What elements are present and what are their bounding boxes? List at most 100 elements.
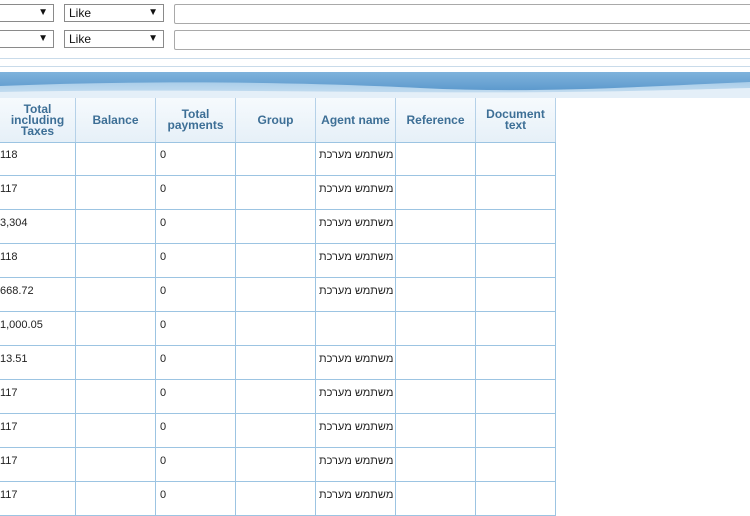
cell-total-payments: 0 bbox=[156, 210, 236, 244]
column-header-reference[interactable]: Reference bbox=[396, 98, 476, 142]
table-row[interactable]: 117 0 משתמש מערכת bbox=[0, 380, 556, 414]
filter-field-select[interactable]: ▼ bbox=[0, 30, 54, 48]
cell-total-payments: 0 bbox=[156, 380, 236, 414]
cell-balance bbox=[76, 414, 156, 448]
cell-total: 668.72 bbox=[0, 278, 76, 312]
cell-group bbox=[236, 448, 316, 482]
filter-value-input[interactable] bbox=[174, 4, 750, 24]
cell-reference bbox=[396, 482, 476, 516]
cell-balance bbox=[76, 380, 156, 414]
filter-value-input[interactable] bbox=[174, 30, 750, 50]
cell-total: 118 bbox=[0, 244, 76, 278]
divider bbox=[0, 66, 750, 67]
cell-reference bbox=[396, 176, 476, 210]
table-row[interactable]: 1,000.05 0 bbox=[0, 312, 556, 346]
cell-balance bbox=[76, 346, 156, 380]
cell-total-payments: 0 bbox=[156, 414, 236, 448]
cell-document-text bbox=[476, 210, 556, 244]
cell-document-text bbox=[476, 142, 556, 176]
filter-operator-value: Like bbox=[69, 32, 92, 46]
filter-operator-value: Like bbox=[69, 6, 92, 20]
cell-balance bbox=[76, 448, 156, 482]
column-header-document-text[interactable]: Document text bbox=[476, 98, 556, 142]
dropdown-caret-icon: ▼ bbox=[148, 33, 158, 44]
table-row[interactable]: 3,304 0 משתמש מערכת bbox=[0, 210, 556, 244]
cell-balance bbox=[76, 244, 156, 278]
cell-document-text bbox=[476, 346, 556, 380]
table-row[interactable]: 118 0 משתמש מערכת bbox=[0, 142, 556, 176]
cell-agent-name bbox=[316, 312, 396, 346]
cell-document-text bbox=[476, 244, 556, 278]
cell-group bbox=[236, 176, 316, 210]
cell-total: 118 bbox=[0, 142, 76, 176]
cell-agent-name: משתמש מערכת bbox=[316, 210, 396, 244]
cell-reference bbox=[396, 380, 476, 414]
cell-total: 13.51 bbox=[0, 346, 76, 380]
cell-balance bbox=[76, 312, 156, 346]
dropdown-caret-icon: ▼ bbox=[38, 33, 48, 44]
filter-row-1: ▼ Like ▼ bbox=[0, 4, 750, 24]
cell-group bbox=[236, 346, 316, 380]
column-header-group[interactable]: Group bbox=[236, 98, 316, 142]
cell-document-text bbox=[476, 278, 556, 312]
cell-balance bbox=[76, 482, 156, 516]
cell-reference bbox=[396, 142, 476, 176]
filter-row-2: ▼ Like ▼ bbox=[0, 30, 750, 50]
filter-operator-select[interactable]: Like ▼ bbox=[64, 30, 164, 48]
cell-reference bbox=[396, 278, 476, 312]
cell-group bbox=[236, 278, 316, 312]
cell-total: 117 bbox=[0, 448, 76, 482]
cell-group bbox=[236, 482, 316, 516]
table-row[interactable]: 117 0 משתמש מערכת bbox=[0, 448, 556, 482]
column-header-total-including-taxes[interactable]: Total including Taxes bbox=[0, 98, 76, 142]
cell-total: 117 bbox=[0, 414, 76, 448]
column-header-total-payments[interactable]: Total payments bbox=[156, 98, 236, 142]
cell-agent-name: משתמש מערכת bbox=[316, 448, 396, 482]
cell-agent-name: משתמש מערכת bbox=[316, 176, 396, 210]
divider bbox=[0, 58, 750, 59]
table-row[interactable]: 13.51 0 משתמש מערכת bbox=[0, 346, 556, 380]
cell-total-payments: 0 bbox=[156, 142, 236, 176]
cell-agent-name: משתמש מערכת bbox=[316, 414, 396, 448]
cell-total: 117 bbox=[0, 380, 76, 414]
cell-total: 1,000.05 bbox=[0, 312, 76, 346]
dropdown-caret-icon: ▼ bbox=[38, 7, 48, 18]
cell-document-text bbox=[476, 482, 556, 516]
cell-reference bbox=[396, 414, 476, 448]
cell-total-payments: 0 bbox=[156, 346, 236, 380]
column-header-balance[interactable]: Balance bbox=[76, 98, 156, 142]
cell-total: 117 bbox=[0, 176, 76, 210]
cell-agent-name: משתמש מערכת bbox=[316, 278, 396, 312]
cell-document-text bbox=[476, 414, 556, 448]
cell-agent-name: משתמש מערכת bbox=[316, 482, 396, 516]
cell-reference bbox=[396, 346, 476, 380]
cell-total-payments: 0 bbox=[156, 244, 236, 278]
table-row[interactable]: 117 0 משתמש מערכת bbox=[0, 482, 556, 516]
table-row[interactable]: 118 0 משתמש מערכת bbox=[0, 244, 556, 278]
cell-agent-name: משתמש מערכת bbox=[316, 380, 396, 414]
filter-operator-select[interactable]: Like ▼ bbox=[64, 4, 164, 22]
table-row[interactable]: 117 0 משתמש מערכת bbox=[0, 176, 556, 210]
cell-agent-name: משתמש מערכת bbox=[316, 346, 396, 380]
table-row[interactable]: 117 0 משתמש מערכת bbox=[0, 414, 556, 448]
filter-field-select[interactable]: ▼ bbox=[0, 4, 54, 22]
cell-total-payments: 0 bbox=[156, 448, 236, 482]
cell-group bbox=[236, 312, 316, 346]
cell-group bbox=[236, 210, 316, 244]
dropdown-caret-icon: ▼ bbox=[148, 7, 158, 18]
table-row[interactable]: 668.72 0 משתמש מערכת bbox=[0, 278, 556, 312]
cell-group bbox=[236, 380, 316, 414]
wave-band-graphic bbox=[0, 72, 750, 98]
cell-balance bbox=[76, 142, 156, 176]
cell-group bbox=[236, 244, 316, 278]
cell-agent-name: משתמש מערכת bbox=[316, 142, 396, 176]
cell-reference bbox=[396, 448, 476, 482]
cell-balance bbox=[76, 278, 156, 312]
cell-group bbox=[236, 414, 316, 448]
cell-total-payments: 0 bbox=[156, 482, 236, 516]
cell-reference bbox=[396, 312, 476, 346]
cell-total: 117 bbox=[0, 482, 76, 516]
cell-document-text bbox=[476, 380, 556, 414]
column-header-agent-name[interactable]: Agent name bbox=[316, 98, 396, 142]
cell-reference bbox=[396, 244, 476, 278]
